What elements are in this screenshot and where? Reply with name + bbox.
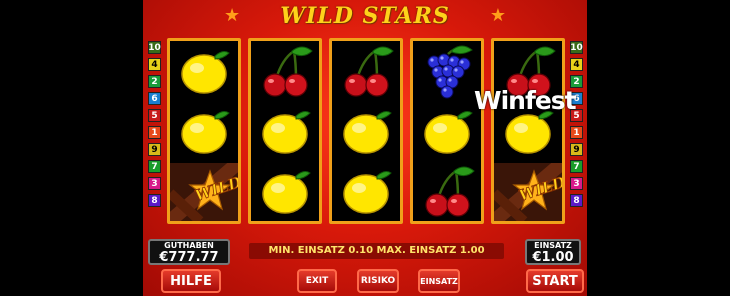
bet-label: EINSATZ [534,241,572,250]
payline-number: 2 [148,75,161,88]
left-letterbox [0,0,143,296]
payline-number: 4 [148,58,161,71]
reel-area: WILD WILD [167,38,565,224]
game-title-text: WILD STARS [280,3,450,29]
lemon-symbol [251,163,319,221]
payline-number: 7 [570,160,583,173]
help-button[interactable]: HILFE [161,269,221,293]
balance-panel: GUTHABEN €777.77 [148,239,230,265]
reel [329,38,403,224]
reel: WILD [167,38,241,224]
balance-value: €777.77 [159,250,219,265]
bet-value: €1.00 [532,250,574,265]
lemon-symbol [170,103,238,161]
bet-limits-message: MIN. EINSATZ 0.10 MAX. EINSATZ 1.00 [249,243,504,259]
cherry-symbol [332,43,400,101]
cherry-symbol [251,43,319,101]
bet-panel: EINSATZ €1.00 [525,239,581,265]
right-letterbox [587,0,730,296]
payline-number: 9 [148,143,161,156]
payline-number: 9 [570,143,583,156]
lemon-symbol [332,103,400,161]
reel [248,38,322,224]
lemon-symbol [170,43,238,101]
risk-button[interactable]: RISIKO [357,269,399,293]
payline-number: 10 [148,41,161,54]
exit-button[interactable]: EXIT [297,269,337,293]
game-title: ★ WILD STARS ★ [222,3,508,29]
payline-number: 8 [148,194,161,207]
lemon-symbol [251,103,319,161]
cherry-symbol [413,163,481,221]
lemon-symbol [413,103,481,161]
payline-number: 5 [148,109,161,122]
balance-label: GUTHABEN [164,241,214,250]
game-window: ★ WILD STARS ★ 10 4 2 6 5 1 9 7 3 8 10 4 2 6 5 1 9 7 3 8 W… [0,0,730,296]
watermark-logo: Winfest [474,86,577,115]
payline-number: 8 [570,194,583,207]
title-star-right-icon: ★ [489,5,506,26]
payline-number: 10 [570,41,583,54]
bet-button[interactable]: EINSATZ [418,269,460,293]
payline-number: 1 [148,126,161,139]
payline-number: 6 [148,92,161,105]
lemon-symbol [332,163,400,221]
wild-star-symbol: WILD [494,163,562,221]
payline-number: 3 [148,177,161,190]
payline-number: 1 [570,126,583,139]
reel [410,38,484,224]
payline-number: 4 [570,58,583,71]
title-star-left-icon: ★ [224,5,241,26]
wild-star-symbol: WILD [170,163,238,221]
grapes-symbol [413,43,481,101]
start-button[interactable]: START [526,269,584,293]
payline-number: 7 [148,160,161,173]
reel: WILD [491,38,565,224]
payline-number: 3 [570,177,583,190]
